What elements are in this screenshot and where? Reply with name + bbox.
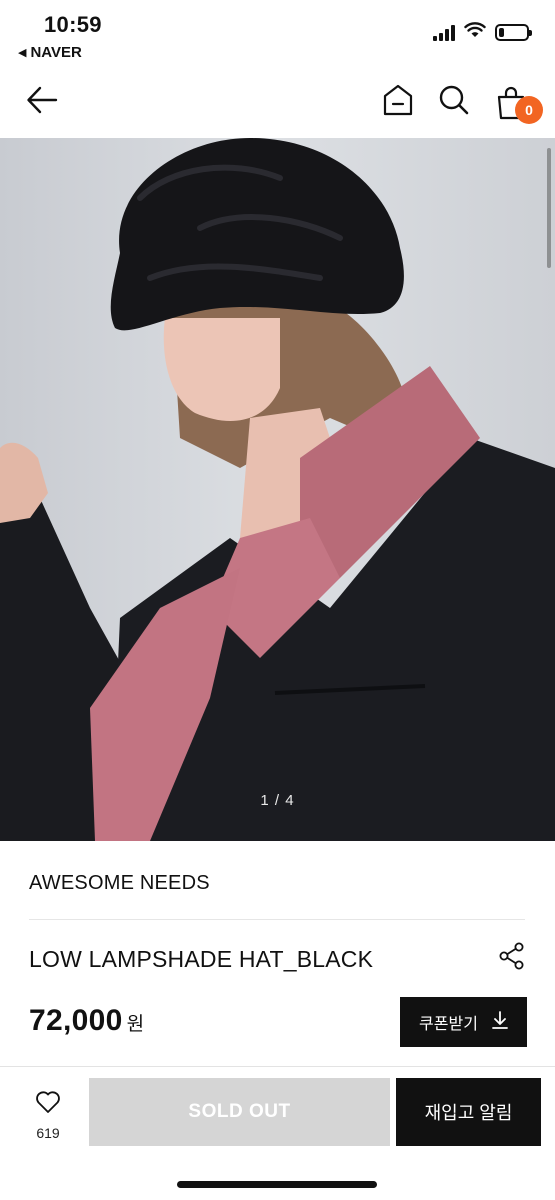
search-icon — [438, 84, 470, 121]
back-to-app-link[interactable]: ◀ NAVER — [18, 44, 82, 61]
coupon-label: 쿠폰받기 — [419, 1016, 478, 1033]
battery-icon — [495, 24, 532, 41]
back-triangle-icon: ◀ — [18, 47, 27, 59]
cellular-signal-icon — [433, 24, 455, 41]
wifi-icon — [464, 22, 486, 43]
share-button[interactable] — [494, 940, 530, 976]
price: 72,000 원 — [29, 1004, 144, 1038]
brand-name[interactable]: AWESOME NEEDS — [29, 872, 210, 895]
status-time: 10:59 — [44, 12, 102, 37]
product-title: LOW LAMPSHADE HAT_BLACK — [29, 946, 374, 972]
back-app-label: NAVER — [30, 44, 82, 61]
price-currency: 원 — [126, 1014, 145, 1035]
cart-count-badge: 0 — [515, 96, 543, 124]
bottom-bar-separator — [0, 1066, 555, 1067]
like-button[interactable]: 619 — [20, 1090, 76, 1144]
heart-icon — [35, 1090, 61, 1119]
arrow-left-icon — [26, 86, 58, 119]
restock-alert-button[interactable]: 재입고 알림 — [396, 1078, 541, 1146]
coupon-button[interactable]: 쿠폰받기 — [400, 997, 527, 1047]
top-navigation: 0 — [0, 72, 555, 138]
home-icon — [382, 83, 414, 122]
image-counter: 1 / 4 — [260, 792, 295, 809]
home-button[interactable] — [378, 80, 418, 124]
scroll-indicator — [547, 148, 551, 268]
search-button[interactable] — [434, 80, 474, 124]
home-indicator[interactable] — [177, 1181, 377, 1188]
status-icons — [433, 22, 532, 43]
sold-out-button: SOLD OUT — [89, 1078, 390, 1146]
price-value: 72,000 — [29, 1004, 123, 1037]
product-image-gallery[interactable]: 1 / 4 — [0, 138, 555, 841]
like-count: 619 — [36, 1125, 60, 1141]
share-icon — [499, 942, 525, 975]
cart-button[interactable]: 0 — [490, 80, 543, 124]
download-arrow-icon — [492, 1010, 508, 1034]
divider — [29, 919, 525, 920]
product-photo — [0, 138, 555, 841]
status-bar: 10:59 ◀ NAVER — [0, 0, 555, 72]
back-button[interactable] — [22, 80, 62, 124]
